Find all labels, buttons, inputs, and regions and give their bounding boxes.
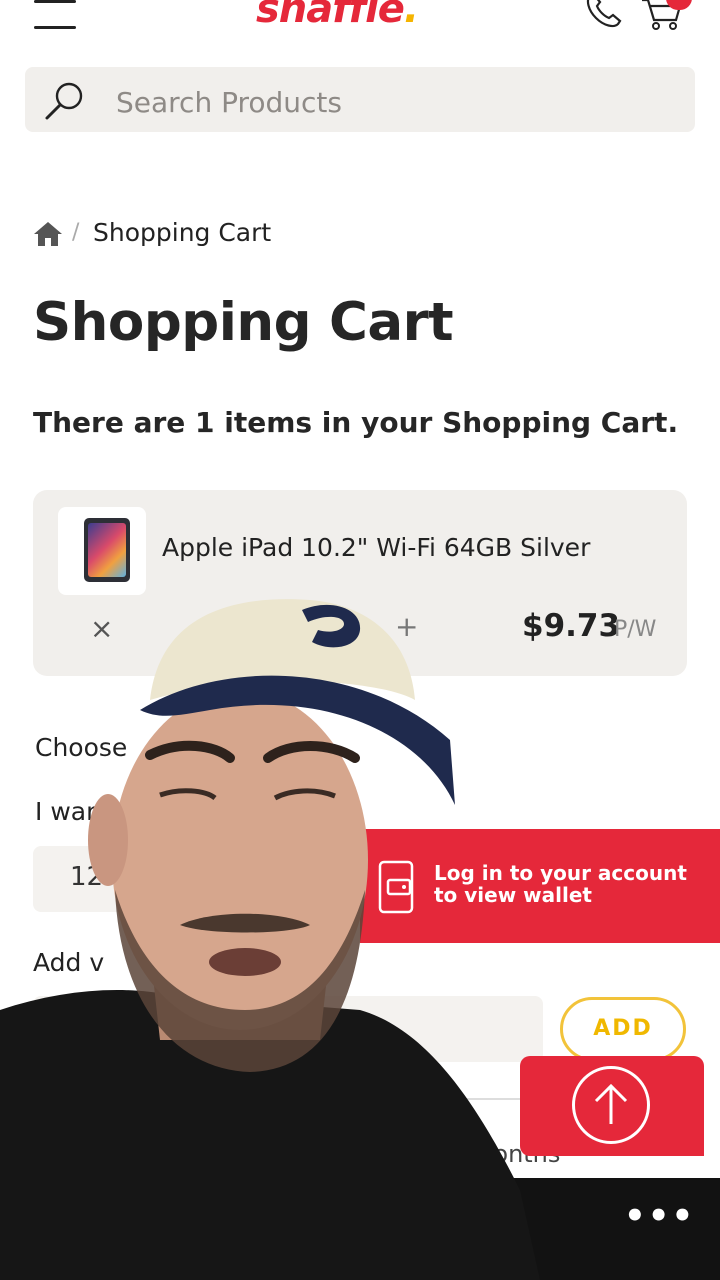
ipad-screen-image	[88, 523, 126, 577]
hamburger-menu-icon[interactable]	[34, 0, 76, 30]
more-options-icon[interactable]: •••	[624, 1196, 695, 1236]
arrow-up-icon	[594, 1083, 628, 1124]
site-header: snaffle.	[0, 0, 720, 50]
product-name[interactable]: Apple iPad 10.2" Wi-Fi 64GB Silver	[162, 533, 590, 562]
site-logo[interactable]: snaffle.	[256, 0, 419, 32]
phone-icon[interactable]	[582, 0, 624, 30]
page-title: Shopping Cart	[33, 292, 454, 353]
add-voucher-button[interactable]: ADD	[560, 997, 686, 1061]
price-unit: P/W	[614, 617, 657, 642]
cart-summary: There are 1 items in your Shopping Cart.	[33, 406, 679, 439]
search-input[interactable]: Search Products	[116, 86, 342, 119]
home-icon[interactable]	[33, 220, 63, 248]
presenter-video-overlay	[0, 599, 540, 1280]
breadcrumb-current: Shopping Cart	[93, 218, 272, 247]
search-icon	[45, 82, 83, 120]
breadcrumb-separator: /	[72, 220, 80, 245]
